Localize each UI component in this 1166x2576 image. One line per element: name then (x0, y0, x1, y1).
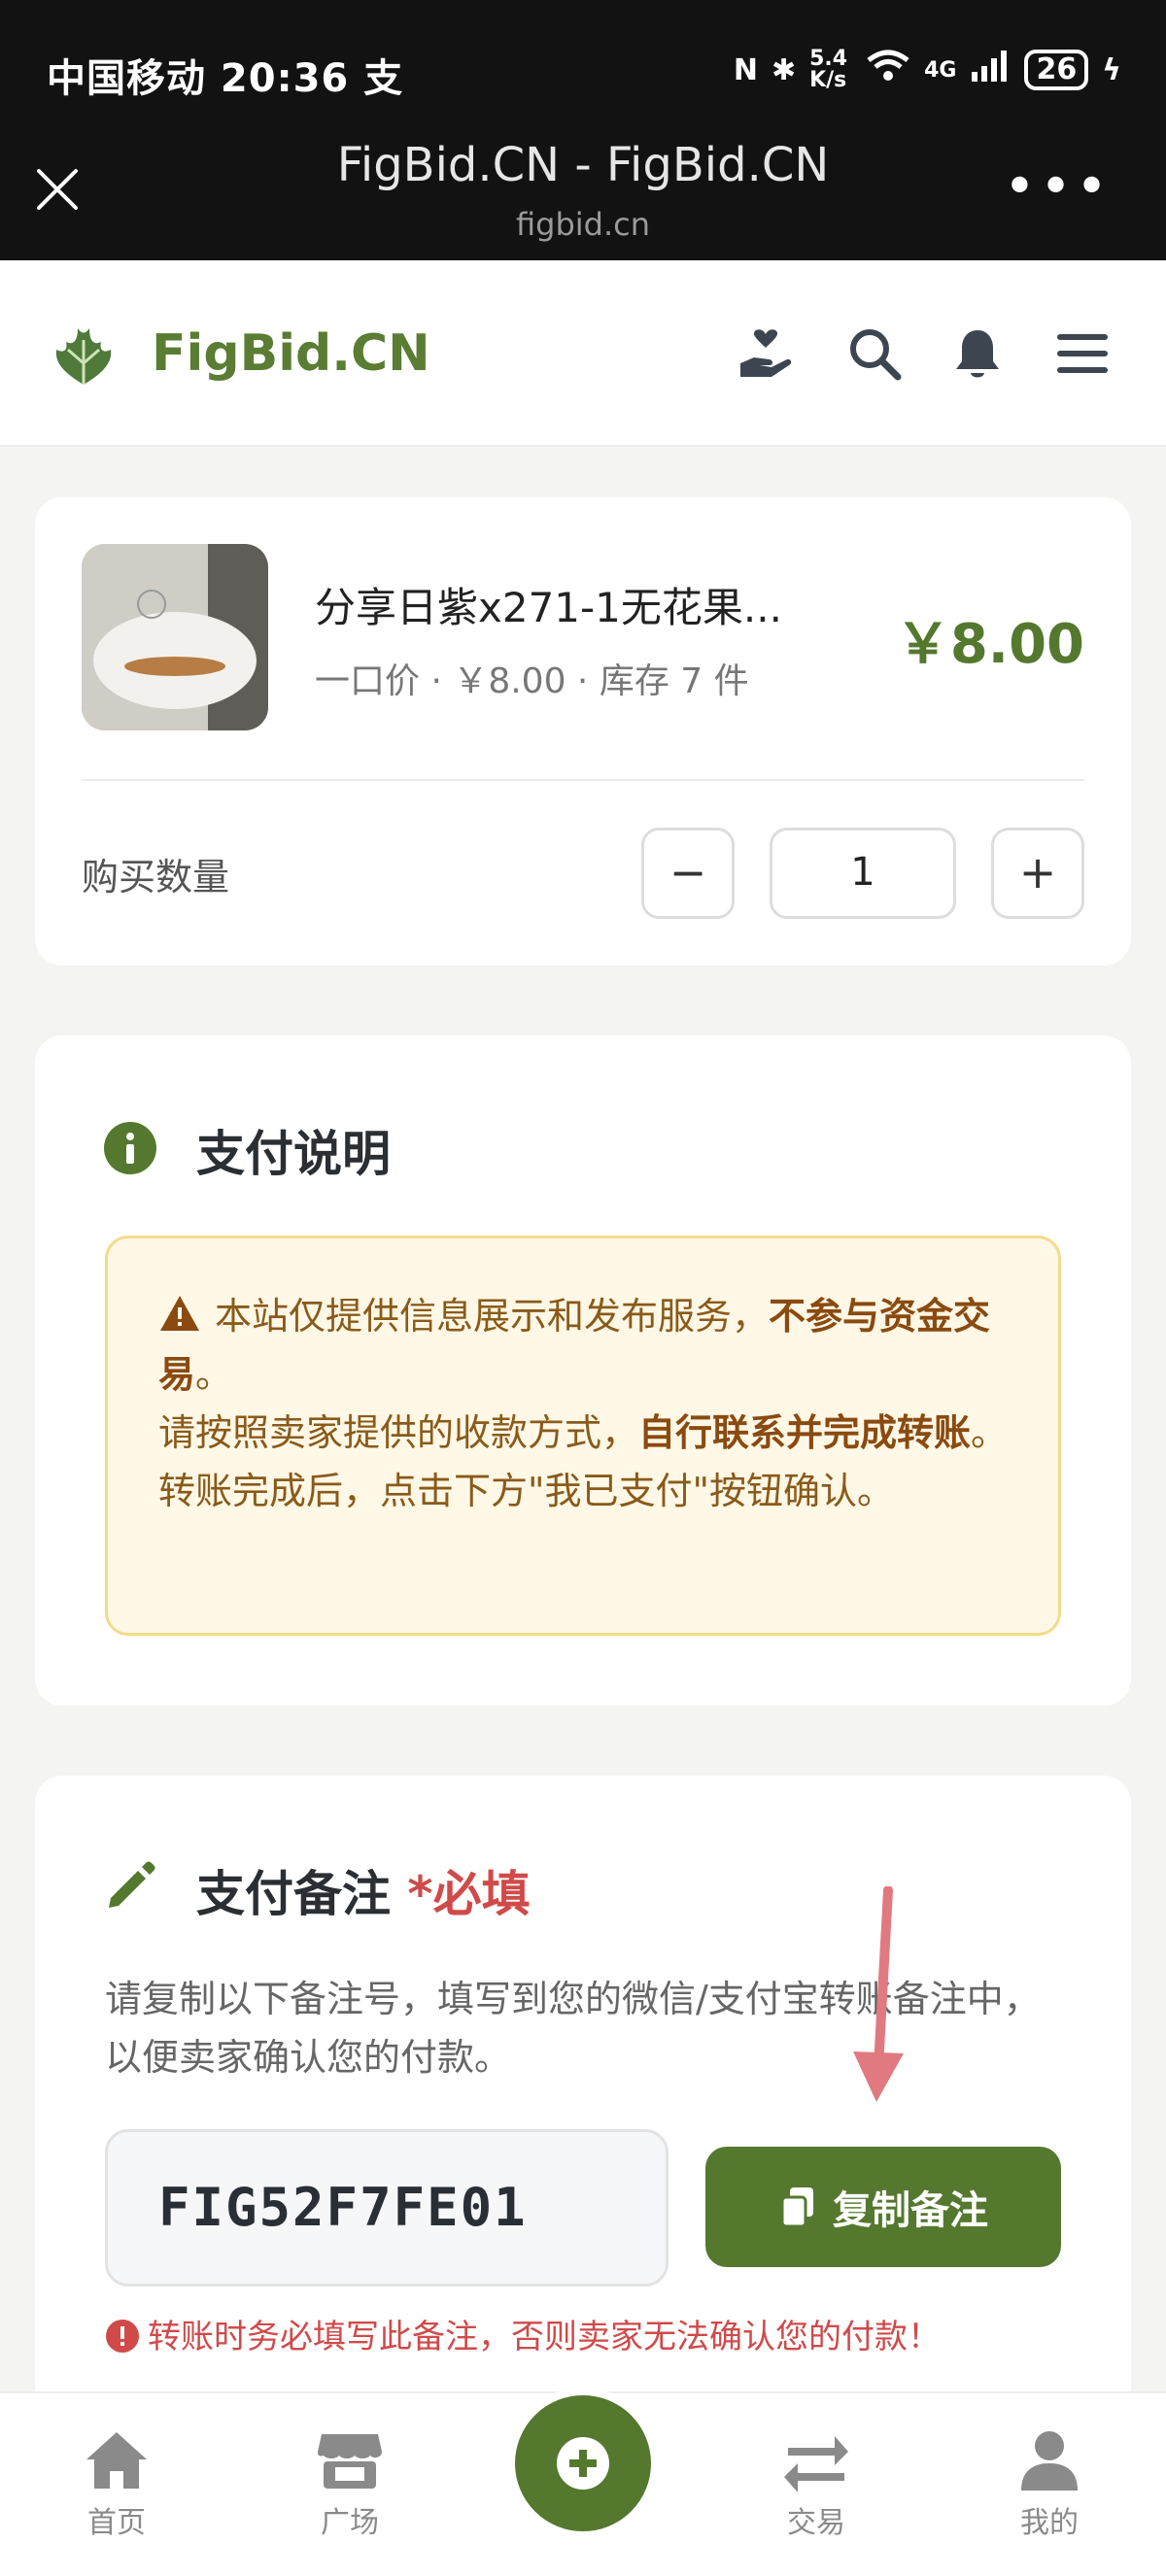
browser-topbar: 中国移动 20:36 支 N ✱ 5.4 K/s 4G 26 ϟ FigBid.… (0, 0, 1166, 260)
menu-icon[interactable] (1053, 324, 1112, 383)
wifi-icon (866, 49, 910, 91)
annotation-arrow (853, 1886, 904, 2102)
home-icon (86, 2432, 147, 2489)
payment-info-title: 支付说明 (196, 1126, 391, 1182)
required-label: *必填 (407, 1866, 531, 1922)
product-thumbnail[interactable] (82, 544, 268, 730)
decrease-quantity-button[interactable]: − (641, 828, 735, 919)
memo-title-text: 支付备注 (196, 1866, 391, 1922)
battery-indicator: 26 (1024, 50, 1089, 90)
payment-info-card: 支付说明 本站仅提供信息展示和发布服务，不参与资金交易。 请按照卖家提供的收款方… (35, 1035, 1131, 1706)
quantity-input[interactable]: 1 (770, 828, 956, 919)
notice-line-2-bold: 自行联系并完成转账 (638, 1411, 972, 1454)
net-speed: 5.4 K/s (809, 47, 848, 92)
product-card: 分享日紫x271-1无花果... 一口价 · ￥8.00 · 库存 7 件 ￥8… (35, 497, 1131, 966)
payment-notice: 本站仅提供信息展示和发布服务，不参与资金交易。 请按照卖家提供的收款方式，自行联… (105, 1236, 1061, 1636)
fig-leaf-logo-icon[interactable] (49, 321, 119, 390)
notice-line-2: 请按照卖家提供的收款方式，自行联系并完成转账。转账完成后，点击下方"我已支付"按… (158, 1404, 1012, 1520)
divider (82, 779, 1084, 781)
nav-plaza-label: 广场 (321, 2506, 379, 2540)
payment-memo-card: 支付备注 *必填 请复制以下备注号，填写到您的微信/支付宝转账备注中，以便卖家确… (35, 1776, 1131, 2417)
user-icon (1021, 2431, 1078, 2491)
memo-warning: 转账时务必填写此备注，否则卖家无法确认您的付款！ (105, 2310, 941, 2357)
browser-domain: figbid.cn (515, 206, 651, 243)
bell-icon[interactable] (948, 324, 1007, 383)
memo-description: 请复制以下备注号，填写到您的微信/支付宝转账备注中，以便卖家确认您的付款。 (105, 1978, 1041, 2079)
pencil-icon (109, 1861, 155, 1908)
search-icon[interactable] (845, 324, 904, 383)
exclamation-circle-icon (106, 2320, 139, 2353)
copy-memo-label: 复制备注 (833, 2188, 988, 2233)
nav-home[interactable]: 首页 (39, 2428, 194, 2541)
status-bar-left: 中国移动 20:36 支 (47, 56, 404, 101)
copy-icon (780, 2187, 813, 2228)
plus-circle-icon (557, 2437, 609, 2490)
more-options-icon[interactable]: ••• (1004, 160, 1112, 215)
browser-title: FigBid.CN - FigBid.CN (336, 138, 830, 192)
product-subtitle: 一口价 · ￥8.00 · 库存 7 件 (315, 661, 749, 701)
nav-home-label: 首页 (87, 2506, 146, 2540)
warning-icon (160, 1296, 199, 1331)
notice-line-1-text: 本站仅提供信息展示和发布服务， (215, 1295, 770, 1338)
hand-heart-icon[interactable] (737, 324, 795, 383)
notice-line-1-end: 。 (195, 1353, 233, 1396)
nav-mine-label: 我的 (1020, 2506, 1079, 2540)
nfc-icon: N (733, 52, 758, 87)
signal-icon (970, 49, 1011, 91)
publish-fab-button[interactable] (507, 2388, 659, 2539)
product-title[interactable]: 分享日紫x271-1无花果... (315, 575, 869, 634)
memo-code-field[interactable]: FIG52F7FE01 (105, 2129, 669, 2287)
exchange-arrows-icon (784, 2436, 848, 2492)
notice-line-2-text: 请按照卖家提供的收款方式， (158, 1411, 639, 1454)
nav-mine[interactable]: 我的 (972, 2428, 1127, 2541)
network-type: 4G (924, 57, 957, 83)
store-icon (318, 2434, 382, 2489)
site-name[interactable]: FigBid.CN (152, 324, 430, 383)
nav-plaza[interactable]: 广场 (272, 2428, 428, 2541)
copy-memo-button[interactable]: 复制备注 (705, 2147, 1061, 2267)
notice-line-1: 本站仅提供信息展示和发布服务，不参与资金交易。 (158, 1287, 1012, 1404)
status-bar-right: N ✱ 5.4 K/s 4G 26 ϟ (734, 49, 1121, 91)
increase-quantity-button[interactable]: + (991, 828, 1084, 919)
nav-trade[interactable]: 交易 (738, 2428, 894, 2541)
nav-trade-label: 交易 (787, 2506, 845, 2540)
bluetooth-icon: ✱ (771, 52, 797, 87)
quantity-label: 购买数量 (82, 856, 230, 898)
charging-icon: ϟ (1102, 52, 1121, 87)
payment-memo-title: 支付备注 *必填 (196, 1855, 531, 1925)
memo-warning-text: 转账时务必填写此备注，否则卖家无法确认您的付款！ (148, 2318, 941, 2356)
info-icon (104, 1122, 156, 1174)
product-price: ￥8.00 (895, 613, 1084, 676)
site-header: FigBid.CN (0, 260, 1166, 447)
